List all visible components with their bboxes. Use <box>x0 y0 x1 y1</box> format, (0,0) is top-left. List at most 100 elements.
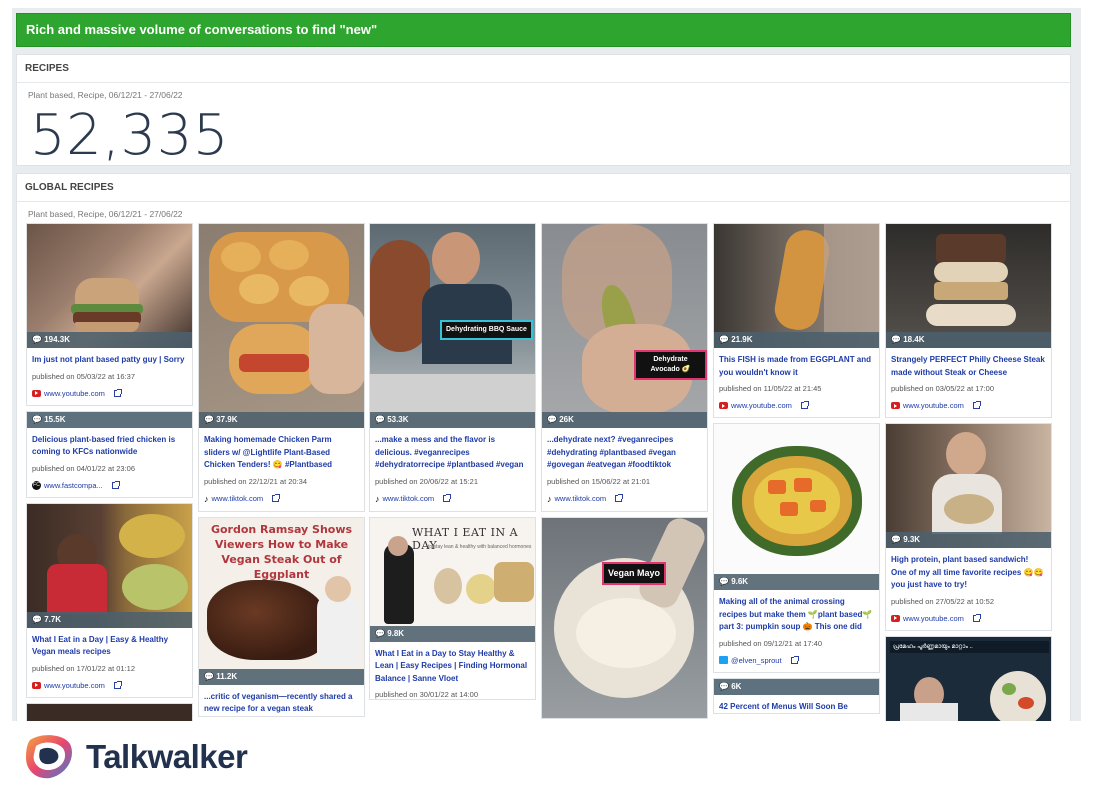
source-link[interactable]: www.youtube.com <box>731 401 792 410</box>
post-card[interactable]: 💬 9.3K High protein, plant based sandwic… <box>885 423 1052 631</box>
post-caption[interactable]: ...dehydrate next? #veganrecipes #dehydr… <box>542 428 707 472</box>
post-card[interactable]: 💬 15.5K Delicious plant-based fried chic… <box>26 410 193 498</box>
post-card[interactable]: Gordon Ramsay Shows Viewers How to Make … <box>198 516 365 717</box>
brand-footer: Talkwalker <box>22 728 248 786</box>
post-source[interactable]: www.youtube.com <box>714 393 879 417</box>
twitter-icon <box>719 656 728 664</box>
publish-date: published on 05/03/22 at 16:37 <box>32 371 136 381</box>
post-thumbnail[interactable]: 💬 18.4K <box>886 224 1051 348</box>
external-link-icon[interactable] <box>113 388 122 397</box>
publish-date: published on 17/01/22 at 01:12 <box>32 663 136 673</box>
post-card[interactable]: Dehydrating BBQ Sauce 💬 53.3K ...make a … <box>369 223 536 512</box>
source-link[interactable]: www.tiktok.com <box>383 494 435 503</box>
post-card[interactable]: Dehydrate Avocado 🥑 💬 26K ...dehydrate n… <box>541 223 708 512</box>
post-caption[interactable]: ...make a mess and the flavor is delicio… <box>370 428 535 472</box>
post-source[interactable]: www.youtube.com <box>886 393 1051 417</box>
grid-column: 💬 194.3K Im just not plant based patty g… <box>26 223 193 721</box>
post-source[interactable]: FC www.fastcompa... <box>27 473 192 497</box>
post-thumbnail[interactable]: Dehydrate Avocado 🥑 💬 26K <box>542 224 707 428</box>
external-link-icon[interactable] <box>111 480 120 489</box>
global-panel-title: GLOBAL RECIPES <box>17 174 1070 202</box>
engagement-count: 💬 53.3K <box>370 412 535 428</box>
post-caption[interactable]: ...critic of veganism—recently shared a … <box>199 685 364 716</box>
post-caption[interactable]: Delicious plant-based fried chicken is c… <box>27 428 192 459</box>
engagement-count: 💬 9.6K <box>714 574 879 590</box>
tiktok-icon: ♪ <box>547 493 552 504</box>
post-source[interactable]: www.youtube.com <box>27 381 192 405</box>
post-caption[interactable]: What I Eat in a Day to Stay Healthy & Le… <box>370 642 535 686</box>
post-caption[interactable]: What I Eat in a Day | Easy & Healthy Veg… <box>27 628 192 659</box>
post-source[interactable]: ♪ www.tiktok.com <box>199 486 364 511</box>
post-card[interactable]: 💬 18.4K Strangely PERFECT Philly Cheese … <box>885 223 1052 418</box>
post-thumbnail[interactable]: 💬 21.9K <box>714 224 879 348</box>
grid-column: 💬 18.4K Strangely PERFECT Philly Cheese … <box>885 223 1052 721</box>
recipes-count: 52,335 <box>30 103 229 168</box>
post-card[interactable]: 💬 7.7K What I Eat in a Day | Easy & Heal… <box>26 502 193 698</box>
source-link[interactable]: www.tiktok.com <box>212 494 264 503</box>
post-thumbnail[interactable]: Dehydrating BBQ Sauce 💬 53.3K <box>370 224 535 428</box>
external-link-icon[interactable] <box>272 494 281 502</box>
post-thumbnail[interactable]: Vegan Mayo <box>542 517 707 718</box>
post-source[interactable]: ♪ www.tiktok.com <box>542 486 707 511</box>
post-card[interactable]: പ്രമേഹം പൂർണ്ണമായും മാറ്റാം .. <box>885 635 1052 721</box>
publish-date: published on 11/05/22 at 21:45 <box>719 384 822 393</box>
post-caption[interactable]: Strangely PERFECT Philly Cheese Steak ma… <box>886 348 1051 379</box>
post-card[interactable]: WHAT I EAT IN A DAY to stay lean & healt… <box>369 516 536 700</box>
source-link[interactable]: www.youtube.com <box>44 389 105 398</box>
engagement-count: 💬 21.9K <box>714 332 879 348</box>
post-thumbnail[interactable]: 💬 7.7K <box>27 503 192 628</box>
external-link-icon[interactable] <box>615 494 624 502</box>
post-thumbnail[interactable]: 💬 9.6K <box>714 424 879 590</box>
post-source[interactable]: www.youtube.com <box>886 606 1051 630</box>
post-source[interactable]: @elven_sprout <box>714 648 879 672</box>
post-caption[interactable]: Making all of the animal crossing recipe… <box>714 590 879 634</box>
publish-date: published on 20/06/22 at 15:21 <box>375 476 479 486</box>
post-grid: 💬 194.3K Im just not plant based patty g… <box>26 223 1056 721</box>
post-caption[interactable]: Making homemade Chicken Parm sliders w/ … <box>199 428 364 472</box>
post-thumbnail[interactable]: 💬 37.9K <box>199 224 364 428</box>
source-link[interactable]: www.fastcompa... <box>44 481 103 490</box>
external-link-icon[interactable] <box>443 494 452 502</box>
post-card[interactable] <box>26 702 193 721</box>
publish-date: published on 03/05/22 at 17:00 <box>891 384 995 393</box>
external-link-icon[interactable] <box>972 401 981 409</box>
engagement-count: 💬 11.2K <box>199 668 364 685</box>
post-card[interactable]: 💬 6K 42 Percent of Menus Will Soon Be <box>713 677 880 714</box>
post-thumbnail[interactable]: Gordon Ramsay Shows Viewers How to Make … <box>199 517 364 685</box>
post-source[interactable]: www.youtube.com <box>27 673 192 697</box>
source-link[interactable]: www.youtube.com <box>44 681 105 690</box>
publish-date: published on 22/12/21 at 20:34 <box>204 476 308 486</box>
post-card[interactable]: 💬 9.6K Making all of the animal crossing… <box>713 423 880 673</box>
post-card[interactable]: 💬 21.9K This FISH is made from EGGPLANT … <box>713 223 880 418</box>
external-link-icon[interactable] <box>972 613 981 622</box>
external-link-icon[interactable] <box>113 680 122 689</box>
post-card[interactable]: Vegan Mayo <box>541 516 708 719</box>
post-card[interactable]: 💬 194.3K Im just not plant based patty g… <box>26 223 193 406</box>
youtube-icon <box>891 614 900 622</box>
post-card[interactable]: 💬 37.9K Making homemade Chicken Parm sli… <box>198 223 365 512</box>
post-thumbnail[interactable]: പ്രമേഹം പൂർണ്ണമായും മാറ്റാം .. <box>886 636 1051 721</box>
post-source[interactable]: ♪ www.tiktok.com <box>370 486 535 511</box>
external-link-icon[interactable] <box>790 655 799 664</box>
external-link-icon[interactable] <box>800 401 809 409</box>
post-thumbnail[interactable]: 💬 9.3K <box>886 424 1051 548</box>
grid-column: 💬 21.9K This FISH is made from EGGPLANT … <box>713 223 880 719</box>
engagement-count: 💬 194.3K <box>27 332 192 348</box>
source-link[interactable]: www.youtube.com <box>903 401 964 410</box>
engagement-count: 💬 15.5K <box>27 411 192 428</box>
post-thumbnail[interactable]: WHAT I EAT IN A DAY to stay lean & healt… <box>370 517 535 642</box>
post-caption[interactable]: High protein, plant based sandwich! One … <box>886 548 1051 592</box>
tiktok-icon: ♪ <box>204 493 209 504</box>
source-link[interactable]: @elven_sprout <box>731 656 782 665</box>
source-link[interactable]: www.youtube.com <box>903 614 964 623</box>
post-thumbnail[interactable]: 💬 194.3K <box>27 224 192 348</box>
fastcompany-icon: FC <box>32 480 41 490</box>
post-caption[interactable]: This FISH is made from EGGPLANT and you … <box>714 348 879 379</box>
grid-column: Dehydrate Avocado 🥑 💬 26K ...dehydrate n… <box>541 223 708 721</box>
thumbnail-subtitle: to stay lean & healthy with balanced hor… <box>428 543 532 550</box>
post-caption[interactable]: Im just not plant based patty guy | Sorr… <box>27 348 192 367</box>
post-caption[interactable]: 42 Percent of Menus Will Soon Be <box>714 695 879 714</box>
grid-column: Dehydrating BBQ Sauce 💬 53.3K ...make a … <box>369 223 536 705</box>
source-link[interactable]: www.tiktok.com <box>555 494 607 503</box>
engagement-count: 💬 9.8K <box>370 625 535 642</box>
